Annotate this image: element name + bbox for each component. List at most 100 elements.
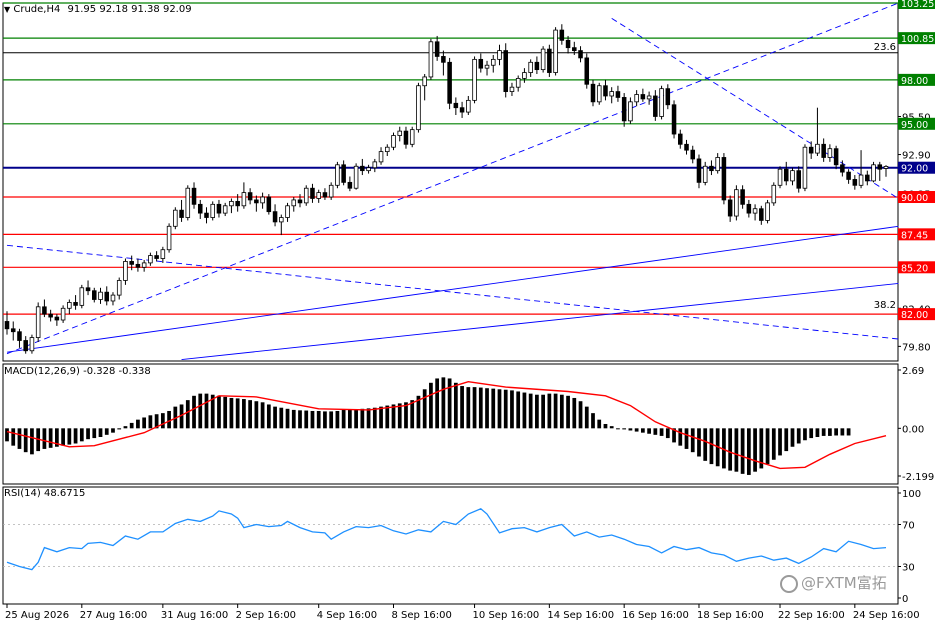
candle[interactable] bbox=[802, 144, 808, 192]
candle[interactable] bbox=[628, 97, 633, 124]
candle[interactable] bbox=[434, 35, 440, 61]
candle[interactable] bbox=[260, 192, 265, 209]
candle[interactable] bbox=[197, 199, 203, 219]
candle[interactable] bbox=[833, 145, 839, 170]
candle[interactable] bbox=[247, 188, 253, 205]
candle[interactable] bbox=[522, 68, 527, 83]
candle[interactable] bbox=[216, 199, 222, 218]
candle[interactable] bbox=[135, 258, 141, 272]
candle[interactable] bbox=[204, 207, 209, 224]
candle[interactable] bbox=[297, 194, 303, 208]
candle[interactable] bbox=[646, 91, 652, 105]
candle[interactable] bbox=[821, 138, 826, 162]
candle[interactable] bbox=[472, 56, 477, 104]
candle[interactable] bbox=[727, 195, 733, 222]
candle[interactable] bbox=[341, 160, 346, 186]
candle[interactable] bbox=[116, 277, 122, 300]
candle[interactable] bbox=[23, 336, 28, 354]
candle[interactable] bbox=[54, 314, 60, 326]
candle[interactable] bbox=[79, 284, 85, 309]
candle[interactable] bbox=[678, 129, 683, 149]
candle[interactable] bbox=[447, 57, 452, 110]
candle[interactable] bbox=[191, 182, 197, 209]
candle[interactable] bbox=[827, 144, 833, 162]
candle[interactable] bbox=[173, 207, 178, 230]
candle[interactable] bbox=[702, 161, 708, 186]
candle[interactable] bbox=[378, 147, 384, 165]
candle[interactable] bbox=[690, 145, 696, 164]
candle[interactable] bbox=[210, 201, 215, 221]
candle[interactable] bbox=[85, 280, 91, 296]
candle[interactable] bbox=[316, 189, 321, 203]
candle[interactable] bbox=[696, 154, 702, 189]
candle[interactable] bbox=[123, 258, 128, 285]
candle[interactable] bbox=[241, 182, 247, 209]
candle[interactable] bbox=[540, 46, 546, 73]
candle[interactable] bbox=[141, 259, 147, 272]
candle[interactable] bbox=[603, 79, 608, 101]
candle[interactable] bbox=[709, 160, 714, 176]
candle[interactable] bbox=[846, 169, 851, 184]
candle[interactable] bbox=[35, 302, 41, 342]
candle[interactable] bbox=[328, 182, 334, 200]
candle[interactable] bbox=[185, 185, 191, 221]
candle[interactable] bbox=[497, 44, 502, 66]
candle[interactable] bbox=[92, 287, 97, 303]
candle[interactable] bbox=[534, 56, 540, 75]
candle[interactable] bbox=[73, 295, 78, 310]
candle[interactable] bbox=[503, 43, 508, 98]
macd-panel[interactable] bbox=[5, 377, 887, 475]
candle[interactable] bbox=[490, 54, 496, 73]
candle[interactable] bbox=[615, 85, 621, 102]
candle[interactable] bbox=[883, 165, 889, 177]
candle[interactable] bbox=[715, 153, 720, 174]
candle[interactable] bbox=[397, 126, 403, 142]
candle[interactable] bbox=[10, 321, 16, 341]
candle[interactable] bbox=[347, 176, 353, 192]
candle[interactable] bbox=[515, 75, 521, 92]
candle[interactable] bbox=[466, 95, 471, 116]
candle[interactable] bbox=[815, 107, 820, 157]
candle[interactable] bbox=[609, 87, 614, 104]
candle[interactable] bbox=[360, 158, 365, 176]
candle[interactable] bbox=[366, 164, 371, 174]
price-panel[interactable]: 23.6 38.2 bbox=[3, 2, 899, 360]
candle[interactable] bbox=[771, 182, 777, 206]
candle[interactable] bbox=[409, 126, 415, 148]
candle[interactable] bbox=[416, 82, 421, 133]
candle[interactable] bbox=[148, 252, 153, 266]
candle[interactable] bbox=[67, 299, 72, 315]
candle[interactable] bbox=[104, 286, 110, 306]
candle[interactable] bbox=[154, 251, 159, 262]
candle[interactable] bbox=[578, 46, 583, 63]
candle[interactable] bbox=[852, 175, 858, 190]
candle[interactable] bbox=[808, 141, 814, 159]
rsi-panel[interactable] bbox=[3, 508, 898, 571]
candle[interactable] bbox=[653, 90, 658, 121]
candle[interactable] bbox=[285, 202, 290, 222]
candle[interactable] bbox=[17, 328, 22, 348]
candle[interactable] bbox=[254, 195, 259, 212]
candle[interactable] bbox=[621, 93, 627, 127]
candle[interactable] bbox=[790, 167, 795, 186]
candle[interactable] bbox=[484, 60, 490, 76]
candle[interactable] bbox=[160, 246, 166, 263]
candle[interactable] bbox=[759, 205, 764, 225]
candle[interactable] bbox=[478, 53, 484, 73]
candle[interactable] bbox=[129, 255, 134, 271]
triangle-down-icon[interactable]: ▼ bbox=[4, 5, 10, 14]
candle[interactable] bbox=[459, 101, 465, 118]
candle[interactable] bbox=[584, 53, 590, 89]
candle[interactable] bbox=[60, 305, 66, 323]
candle[interactable] bbox=[42, 299, 47, 318]
candle[interactable] bbox=[335, 161, 340, 189]
candle[interactable] bbox=[734, 185, 739, 221]
candle[interactable] bbox=[871, 161, 876, 183]
candle[interactable] bbox=[453, 97, 459, 116]
candle[interactable] bbox=[48, 309, 53, 322]
candle[interactable] bbox=[179, 199, 184, 222]
candle[interactable] bbox=[671, 100, 677, 139]
candle[interactable] bbox=[640, 88, 646, 102]
candle[interactable] bbox=[229, 198, 234, 214]
candle[interactable] bbox=[441, 50, 446, 76]
